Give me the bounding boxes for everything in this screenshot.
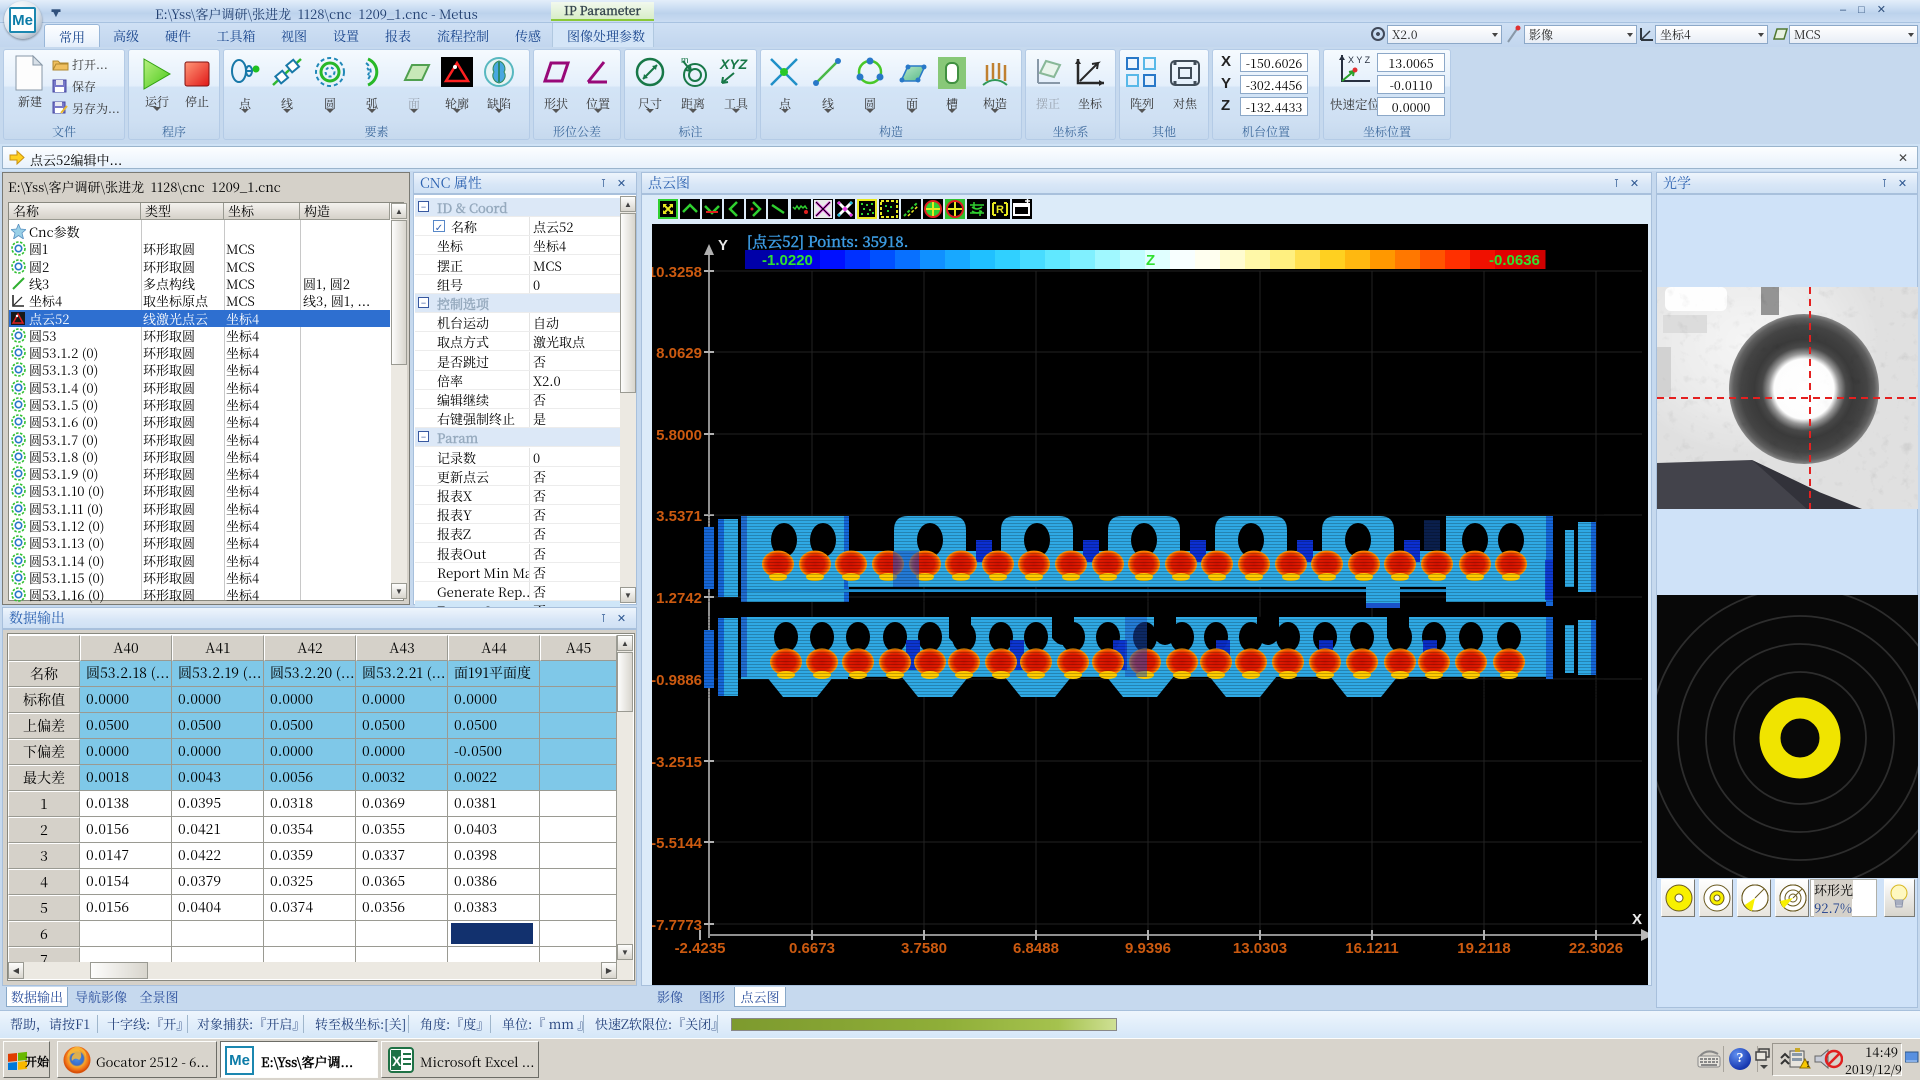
- svg-text:3.7580: 3.7580: [901, 940, 947, 957]
- svg-text:m: m: [681, 55, 689, 65]
- svg-text:X Y Z: X Y Z: [1348, 55, 1371, 65]
- svg-text:0.6673: 0.6673: [789, 940, 835, 957]
- svg-text:-0.0636: -0.0636: [1489, 252, 1540, 269]
- svg-text:X: X: [1632, 911, 1642, 928]
- svg-text:X: X: [392, 1053, 402, 1069]
- svg-text:10.3258: 10.3258: [652, 264, 702, 281]
- svg-text:Z: Z: [1146, 252, 1155, 269]
- svg-text:-3.2515: -3.2515: [652, 754, 702, 771]
- svg-text:-2.4235: -2.4235: [675, 940, 726, 957]
- svg-text:13.0303: 13.0303: [1233, 940, 1287, 957]
- svg-text:5.8000: 5.8000: [656, 427, 702, 444]
- svg-text:Y: Y: [718, 237, 728, 254]
- svg-text:!: !: [1807, 1059, 1809, 1070]
- svg-text:[点云52] Points: 35918.: [点云52] Points: 35918.: [747, 231, 908, 252]
- svg-text:1.2742: 1.2742: [656, 590, 702, 607]
- svg-text:XYZ: XYZ: [719, 56, 748, 72]
- svg-text:16.1211: 16.1211: [1345, 940, 1398, 957]
- svg-text:22.3026: 22.3026: [1569, 940, 1623, 957]
- svg-text:8.0629: 8.0629: [656, 345, 702, 362]
- svg-text:6.8488: 6.8488: [1013, 940, 1059, 957]
- svg-text:R: R: [996, 204, 1004, 216]
- svg-text:-1.0220: -1.0220: [762, 252, 813, 269]
- svg-text:-0.9886: -0.9886: [652, 672, 702, 689]
- svg-text:-7.7773: -7.7773: [652, 917, 702, 934]
- svg-text:-5.5144: -5.5144: [652, 835, 703, 852]
- svg-text:19.2118: 19.2118: [1457, 940, 1510, 957]
- svg-text:3.5371: 3.5371: [656, 508, 702, 525]
- svg-text:9.9396: 9.9396: [1125, 940, 1171, 957]
